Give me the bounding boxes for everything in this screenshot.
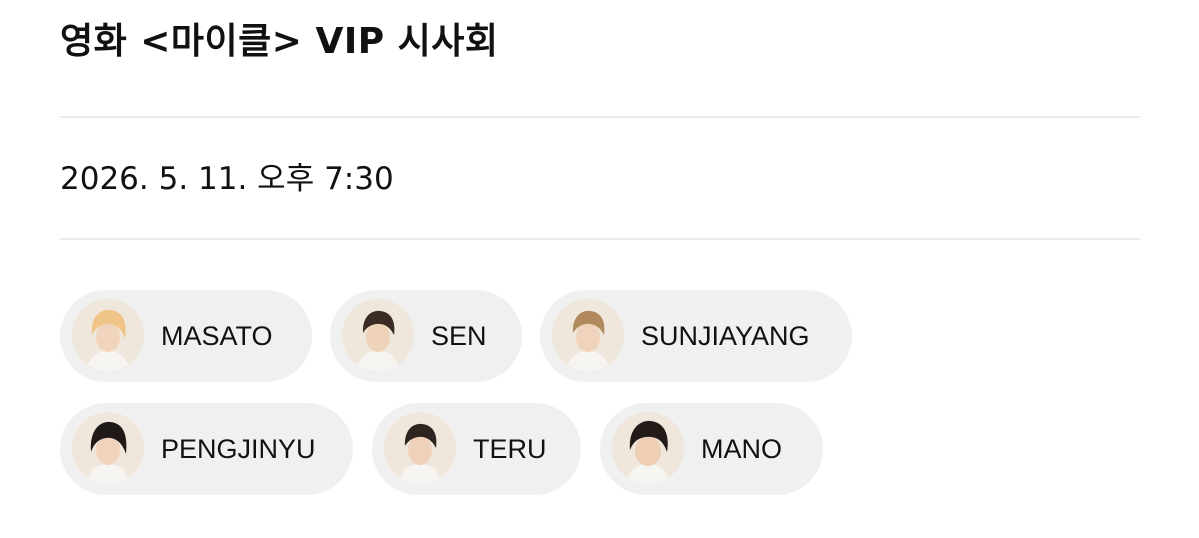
avatar xyxy=(552,299,624,371)
attendee-chip-mano[interactable]: MANO xyxy=(600,403,823,495)
person-photo-icon xyxy=(552,299,624,371)
avatar xyxy=(342,299,414,371)
avatar xyxy=(72,299,144,371)
datetime-divider xyxy=(60,238,1140,240)
attendee-chip-pengjinyu[interactable]: PENGJINYU xyxy=(60,403,353,495)
event-datetime: 2026. 5. 11. 오후 7:30 xyxy=(60,161,394,197)
attendee-chip-sen[interactable]: SEN xyxy=(330,290,522,382)
title-divider xyxy=(60,116,1140,118)
person-photo-icon xyxy=(384,412,456,484)
attendee-chip-masato[interactable]: MASATO xyxy=(60,290,312,382)
avatar xyxy=(72,412,144,484)
person-photo-icon xyxy=(612,412,684,484)
attendee-chip-sunjiayang[interactable]: SUNJIAYANG xyxy=(540,290,852,382)
attendee-name: SUNJIAYANG xyxy=(641,321,810,351)
attendee-name: MASATO xyxy=(161,321,273,351)
avatar xyxy=(384,412,456,484)
avatar xyxy=(612,412,684,484)
attendee-name: SEN xyxy=(431,321,487,351)
person-photo-icon xyxy=(72,299,144,371)
page-title: 영화 <마이클> VIP 시사회 xyxy=(60,21,499,62)
attendee-name: PENGJINYU xyxy=(161,434,316,464)
attendee-name: MANO xyxy=(701,434,782,464)
person-photo-icon xyxy=(72,412,144,484)
attendee-chip-teru[interactable]: TERU xyxy=(372,403,581,495)
person-photo-icon xyxy=(342,299,414,371)
attendee-name: TERU xyxy=(473,434,547,464)
